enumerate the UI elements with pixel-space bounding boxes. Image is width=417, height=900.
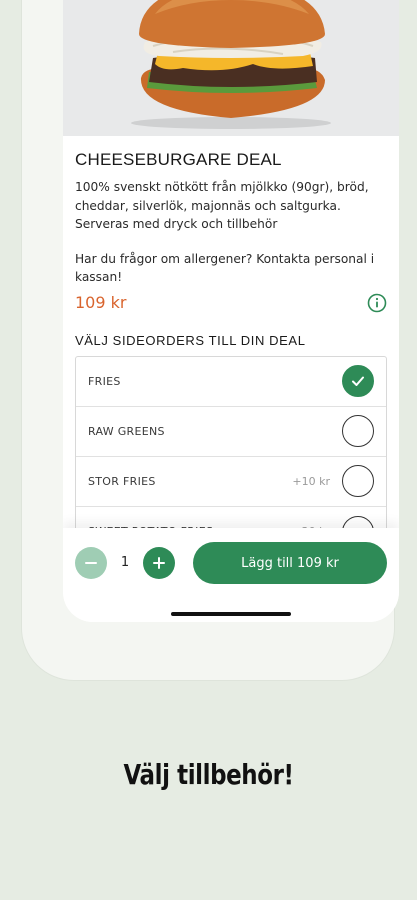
add-to-cart-button[interactable]: Lägg till 109 kr [193,542,387,584]
option-label: STOR FRIES [88,474,156,488]
promo-caption: Välj tillbehör! [123,758,294,791]
price-row: 109 kr [75,293,387,313]
product-title: CHEESEBURGARE DEAL [75,150,282,169]
increase-quantity-button[interactable] [143,547,175,579]
radio-unchecked[interactable] [342,465,374,497]
quantity-value: 1 [120,555,130,570]
info-icon[interactable] [367,293,387,313]
decrease-quantity-button[interactable] [75,547,107,579]
sides-section-title: VÄLJ SIDEORDERS TILL DIN DEAL [75,332,306,348]
side-option-raw-greens[interactable]: RAW GREENS [76,407,386,457]
cart-bar: 1 Lägg till 109 kr [63,528,399,622]
side-option-stor-fries[interactable]: STOR FRIES +10 kr [76,457,386,507]
home-indicator [171,612,291,616]
side-option-fries[interactable]: FRIES [76,357,386,407]
allergy-note: Har du frågor om allergener? Kontakta pe… [75,251,375,285]
option-label: RAW GREENS [88,424,165,438]
product-image [63,0,399,136]
radio-unchecked[interactable] [342,415,374,447]
phone-frame: CHEESEBURGARE DEAL 100% svenskt nötkött … [22,0,399,680]
product-price: 109 kr [75,293,127,312]
app-screen: CHEESEBURGARE DEAL 100% svenskt nötkött … [63,0,399,622]
product-details: CHEESEBURGARE DEAL 100% svenskt nötkött … [75,136,387,558]
minus-icon [85,562,97,564]
plus-icon [153,557,165,569]
radio-checked[interactable] [342,365,374,397]
check-icon [352,376,364,386]
product-description: 100% svenskt nötkött från mjölkko (90gr)… [75,180,369,231]
option-label: FRIES [88,374,121,388]
option-extra-price: +10 kr [292,474,330,488]
burger-image [131,0,331,129]
